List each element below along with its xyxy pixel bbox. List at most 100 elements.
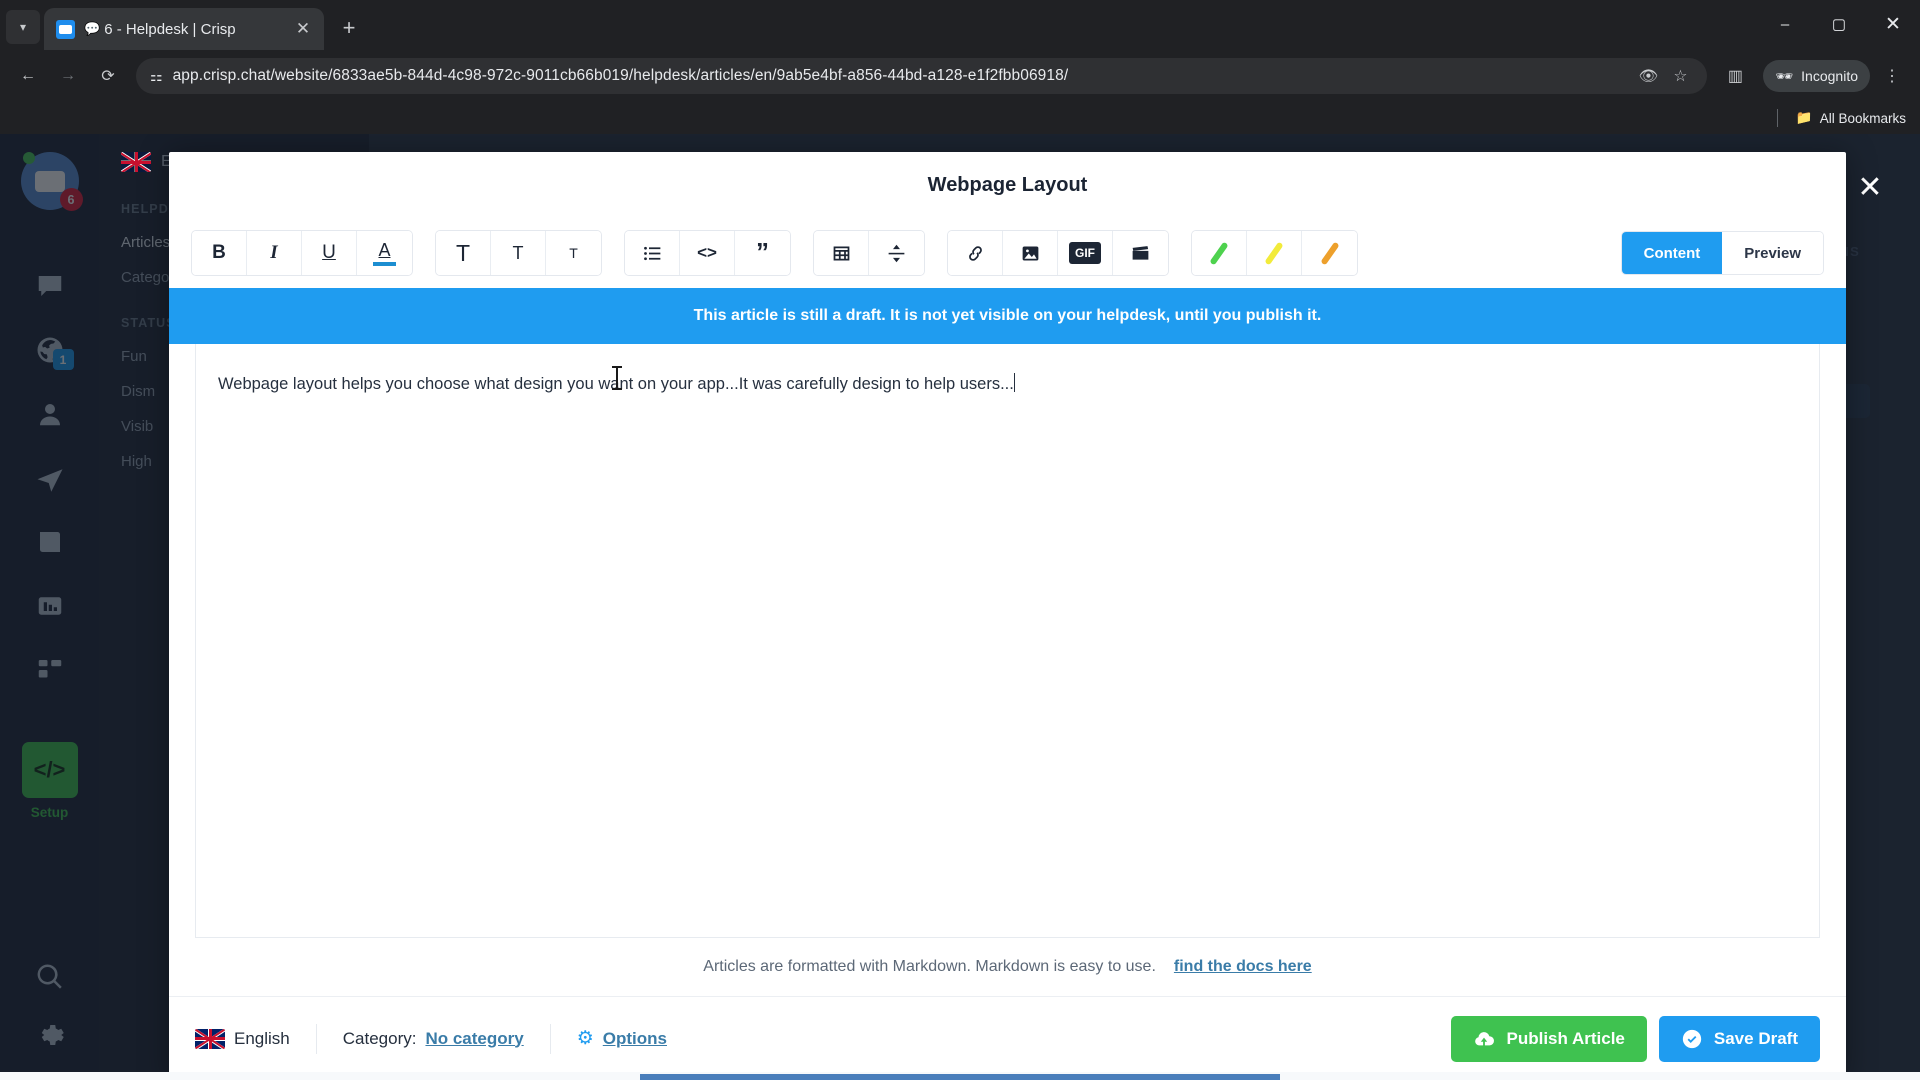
chat-bubble-icon: 💬 [84,21,101,36]
footer-language[interactable]: English [195,1028,316,1049]
highlighter-orange-button[interactable] [1302,231,1357,275]
quote-label: ” [756,237,769,268]
footer-options[interactable]: ⚙ Options [551,1027,693,1050]
footer-category-value[interactable]: No category [425,1029,523,1049]
reload-button[interactable]: ⟳ [90,58,126,94]
mouse-text-cursor [612,366,622,390]
page-content: 6 1 </> [0,134,1920,1080]
favicon [56,19,75,39]
table-button[interactable] [814,231,869,275]
image-button[interactable] [1003,231,1058,275]
highlighter-yellow-button[interactable] [1247,231,1302,275]
bookmark-divider [1776,109,1778,127]
kebab-menu-icon[interactable]: ⋮ [1874,58,1910,94]
tab-search-button[interactable]: ▾ [6,10,40,44]
gif-button[interactable]: GIF [1058,231,1113,275]
new-tab-button[interactable]: + [332,11,366,45]
eye-off-icon[interactable]: 👁 [1633,61,1663,91]
url-text: app.crisp.chat/website/6833ae5b-844d-4c9… [172,67,1069,84]
publish-article-button[interactable]: Publish Article [1451,1015,1647,1062]
tab-content[interactable]: Content [1621,232,1723,274]
cloud-upload-icon [1475,1031,1495,1045]
maximize-button[interactable]: ▢ [1812,0,1866,48]
minimize-button[interactable]: – [1758,0,1812,48]
heading-3-label: T [569,245,578,261]
tab-preview[interactable]: Preview [1722,232,1823,274]
overlay-close-button[interactable]: ✕ [1850,168,1890,208]
tab-title: 6 - Helpdesk | Crisp [104,20,236,38]
browser-tab[interactable]: 💬 6 - Helpdesk | Crisp ✕ [44,8,324,50]
chevron-down-icon: ▾ [19,20,27,34]
bold-button[interactable]: B [192,231,247,275]
page-break-button[interactable] [869,231,924,275]
highlighter-green-button[interactable] [1192,231,1247,275]
check-circle-icon [1682,1029,1702,1048]
link-icon [968,245,982,261]
heading-group: T T T [435,230,602,276]
page-break-icon [888,244,905,262]
tune-icon[interactable]: ⚏ [150,68,163,85]
quote-button[interactable]: ” [735,231,790,275]
save-draft-button[interactable]: Save Draft [1658,1015,1820,1062]
footer-options-label[interactable]: Options [603,1029,667,1049]
uk-flag-icon [121,152,151,172]
block-group: <> ” [624,230,791,276]
footer-category: Category: No category [317,1029,550,1049]
all-bookmarks-label: All Bookmarks [1819,110,1906,126]
markdown-note: Articles are formatted with Markdown. Ma… [169,938,1846,996]
bottom-strip [0,1072,1920,1080]
incognito-label: Incognito [1801,68,1858,84]
draft-banner: This article is still a draft. It is not… [169,288,1846,344]
video-button[interactable] [1113,231,1168,275]
footer-actions: Publish Article Save Draft [1451,1015,1820,1062]
close-icon: ✕ [1857,171,1883,204]
browser-window: ▾ 💬 6 - Helpdesk | Crisp ✕ + – ▢ ✕ ← → ⟳… [0,0,1920,1080]
italic-button[interactable]: I [247,231,302,275]
text-format-group: B I U A [191,230,413,276]
code-label: <> [697,243,717,262]
insert-group [813,230,925,276]
incognito-icon: 🕶 [1775,67,1794,84]
text-color-button[interactable]: A [357,231,412,275]
bookmarks-bar: 📁 All Bookmarks [0,102,1920,134]
incognito-indicator[interactable]: 🕶 Incognito [1763,60,1870,92]
link-button[interactable] [948,231,1003,275]
all-bookmarks-button[interactable]: 📁 All Bookmarks [1796,110,1906,126]
tab-title-wrap: 💬 6 - Helpdesk | Crisp [84,21,283,38]
close-icon[interactable]: ✕ [292,18,314,40]
media-group: GIF [947,230,1169,276]
list-icon [643,246,660,260]
side-panel-icon[interactable]: ▥ [1717,58,1753,94]
underline-button[interactable]: U [302,231,357,275]
gif-label: GIF [1069,242,1101,264]
code-block-button[interactable]: <> [680,231,735,275]
table-icon [833,246,849,260]
view-mode-tabs: Content Preview [1620,231,1824,275]
article-editor-textarea[interactable]: Webpage layout helps you choose what des… [195,344,1820,938]
heading-3-button[interactable]: T [546,231,601,275]
omnibox-actions: 👁 ☆ [1633,61,1695,91]
bulleted-list-button[interactable] [625,231,680,275]
clapperboard-icon [1132,245,1149,260]
uk-flag-icon [195,1028,225,1049]
footer-category-label: Category: [342,1028,417,1048]
image-icon [1022,246,1038,260]
markdown-docs-link[interactable]: find the docs here [1174,958,1312,976]
window-controls: – ▢ ✕ [1758,0,1920,48]
star-icon[interactable]: ☆ [1665,61,1695,91]
window-close-button[interactable]: ✕ [1866,0,1920,48]
text-color-swatch [373,262,396,266]
back-button[interactable]: ← [10,58,46,94]
gear-icon: ⚙ [576,1028,594,1049]
heading-1-label: T [455,239,471,266]
save-draft-label: Save Draft [1713,1028,1798,1048]
forward-button[interactable]: → [50,58,86,94]
address-bar[interactable]: ⚏ app.crisp.chat/website/6833ae5b-844d-4… [136,58,1708,94]
text-caret [1013,373,1016,392]
heading-2-button[interactable]: T [491,231,546,275]
heading-1-button[interactable]: T [436,231,491,275]
markdown-note-text: Articles are formatted with Markdown. Ma… [703,958,1156,975]
text-color-letter: A [378,240,391,260]
footer-language-label: English [234,1028,290,1048]
editor-content: Webpage layout helps you choose what des… [218,372,1819,397]
